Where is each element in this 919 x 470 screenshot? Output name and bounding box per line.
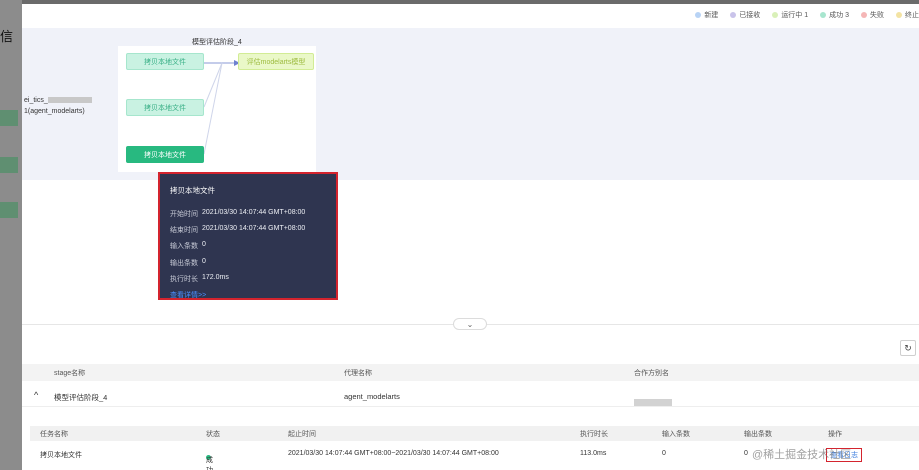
agent-name-cell: agent_modelarts [344,392,400,401]
tooltip-row-end-time: 结束时间 2021/03/30 14:07:44 GMT+08:00 [170,225,306,234]
background-button [0,110,18,126]
masked-text [634,399,672,406]
time-range-cell: 2021/03/30 14:07:44 GMT+08:00~2021/03/30… [288,450,499,457]
legend-dot-icon [730,12,737,18]
col-agent-name: 代理名称 [344,370,372,377]
refresh-button[interactable]: ↻ [900,340,916,356]
input-count-cell: 0 [662,450,666,457]
duration-cell: 113.0ms [580,450,607,457]
watermark: @稀土掘金技术社区 [752,449,852,461]
legend-item-running: 运行中 1 [772,10,808,20]
stage-name-cell: 模型评估阶段_4 [54,393,108,402]
col-stage-name: stage名称 [54,370,86,377]
collapse-toggle[interactable]: ⌄ [453,318,487,330]
legend-item-failed: 失败 [861,10,884,20]
chevron-down-icon: ⌄ [466,319,474,329]
col-time-range: 起止时间 [288,431,316,438]
background-page-strip: 信 [0,0,22,470]
col-output-count: 输出条数 [744,431,772,438]
stage-table-header: stage名称 代理名称 合作方别名 [22,364,919,381]
col-action: 操作 [828,431,842,438]
flow-node-copy-local-file-3[interactable]: 拷贝本地文件 [126,146,204,163]
tooltip-row-start-time: 开始时间 2021/03/30 14:07:44 GMT+08:00 [170,209,306,218]
task-table-header: 任务名称 状态 起止时间 执行时长 输入条数 输出条数 操作 [30,426,919,441]
output-count-cell: 0 [744,450,748,457]
background-button [0,202,18,218]
legend-dot-icon [896,12,902,18]
legend-dot-icon [695,12,702,18]
node-tooltip: 拷贝本地文件 开始时间 2021/03/30 14:07:44 GMT+08:00… [158,172,338,300]
stage-table-row[interactable]: ^ 模型评估阶段_4 agent_modelarts [22,385,919,407]
col-input-count: 输入条数 [662,431,690,438]
legend-dot-icon [772,12,779,18]
status-legend: 新建 已接收 运行中 1 成功 3 失败 终止 [695,10,919,20]
col-task-name: 任务名称 [40,431,68,438]
tooltip-row-duration: 执行时长 172.0ms [170,274,229,283]
tooltip-row-input-count: 输入条数 0 [170,241,206,250]
view-details-link[interactable]: 查看详情>> [170,290,206,300]
top-bar [0,0,919,4]
legend-item-success: 成功 3 [820,10,849,20]
flow-node-copy-local-file-2[interactable]: 拷贝本地文件 [126,99,204,116]
task-name-cell: 拷贝本地文件 [40,452,82,459]
legend-dot-icon [820,12,827,18]
tooltip-title: 拷贝本地文件 [170,186,215,195]
background-button [0,157,18,173]
expand-chevron-icon[interactable]: ^ [34,390,38,400]
flow-node-evaluate-model[interactable]: 评估modelarts模型 [238,53,314,70]
flow-canvas[interactable]: ei_tics_ 1(agent_modelarts) 模型评估阶段_4 拷贝本… [22,28,919,180]
col-duration: 执行时长 [580,431,608,438]
legend-item-new: 新建 [695,10,718,20]
flow-node-copy-local-file-1[interactable]: 拷贝本地文件 [126,53,204,70]
refresh-icon: ↻ [904,342,912,353]
tooltip-row-output-count: 输出条数 0 [170,258,206,267]
col-partner-alias: 合作方别名 [634,370,669,377]
legend-item-received: 已接收 [730,10,760,20]
legend-dot-icon [861,12,867,18]
legend-item-terminated: 终止 [896,10,919,20]
col-status: 状态 [206,431,220,438]
background-title-char: 信 [0,29,14,44]
